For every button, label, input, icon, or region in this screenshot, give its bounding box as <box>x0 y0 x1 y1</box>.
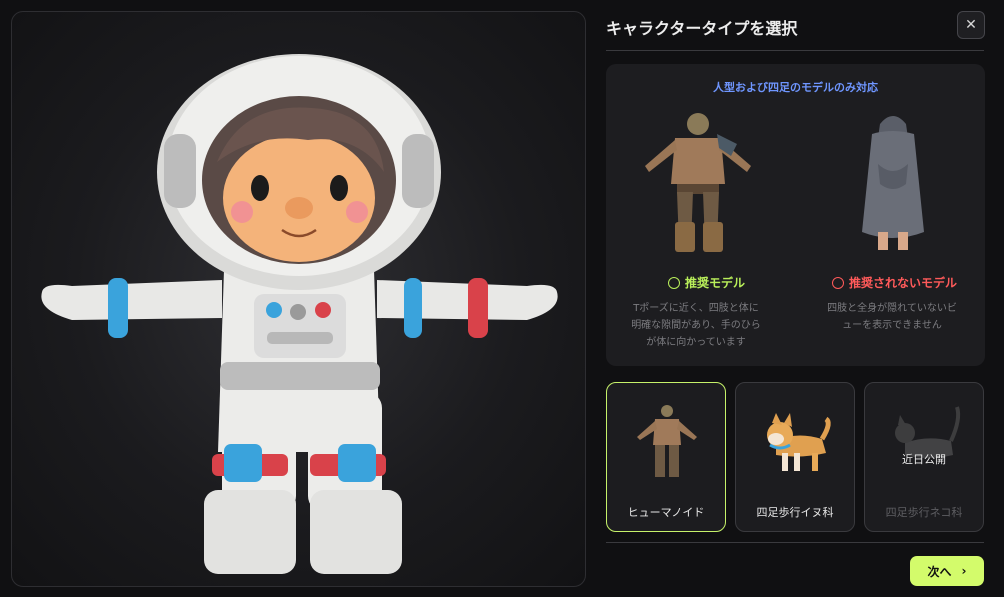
coming-soon-badge: 近日公開 <box>902 453 946 466</box>
dog-thumbnail <box>767 413 831 471</box>
not-recommended-model-image <box>828 104 958 264</box>
next-label: 次へ <box>927 564 952 579</box>
not-recommended-description: 四肢と全身が隠れていないビューを表示できません <box>827 303 957 331</box>
humanoid-thumbnail <box>637 405 697 477</box>
type-card-humanoid[interactable]: ヒューマノイド <box>606 382 726 532</box>
type-card-feline: 近日公開 四足歩行ネコ科 <box>864 382 984 532</box>
panel-title: キャラクタータイプを選択 <box>606 19 798 38</box>
recommended-label: 推奨モデル <box>668 274 745 291</box>
model-guidance-box: 人型および四足のモデルのみ対応 推奨モデル 推奨されないモデル Tポーズに近く、… <box>606 64 985 366</box>
astronaut-model <box>41 54 558 574</box>
recommended-model-image <box>633 104 763 264</box>
cat-thumbnail <box>895 406 961 458</box>
next-button[interactable]: 次へ › <box>910 556 984 586</box>
smile-icon <box>668 276 680 289</box>
recommended-description: Tポーズに近く、四肢と体に明確な隙間があり、手のひらが体に向かっています <box>631 303 761 348</box>
type-card-label: 四足歩行イヌ科 <box>756 506 834 519</box>
frown-icon <box>832 276 844 289</box>
chevron-right-icon: › <box>961 564 967 578</box>
model-preview[interactable] <box>11 11 586 587</box>
type-card-label: 四足歩行ネコ科 <box>885 506 963 519</box>
close-icon: ✕ <box>965 17 977 33</box>
close-button[interactable]: ✕ <box>957 11 985 39</box>
header-divider <box>606 50 984 51</box>
type-card-canine[interactable]: 四足歩行イヌ科 <box>735 382 855 532</box>
type-card-label: ヒューマノイド <box>627 506 705 519</box>
character-type-panel: キャラクタータイプを選択 ✕ 人型および四足のモデルのみ対応 推奨モデル 推奨さ… <box>596 0 1004 597</box>
support-notice: 人型および四足のモデルのみ対応 <box>713 81 878 94</box>
footer-divider <box>606 542 984 543</box>
not-recommended-label: 推奨されないモデル <box>832 274 957 291</box>
